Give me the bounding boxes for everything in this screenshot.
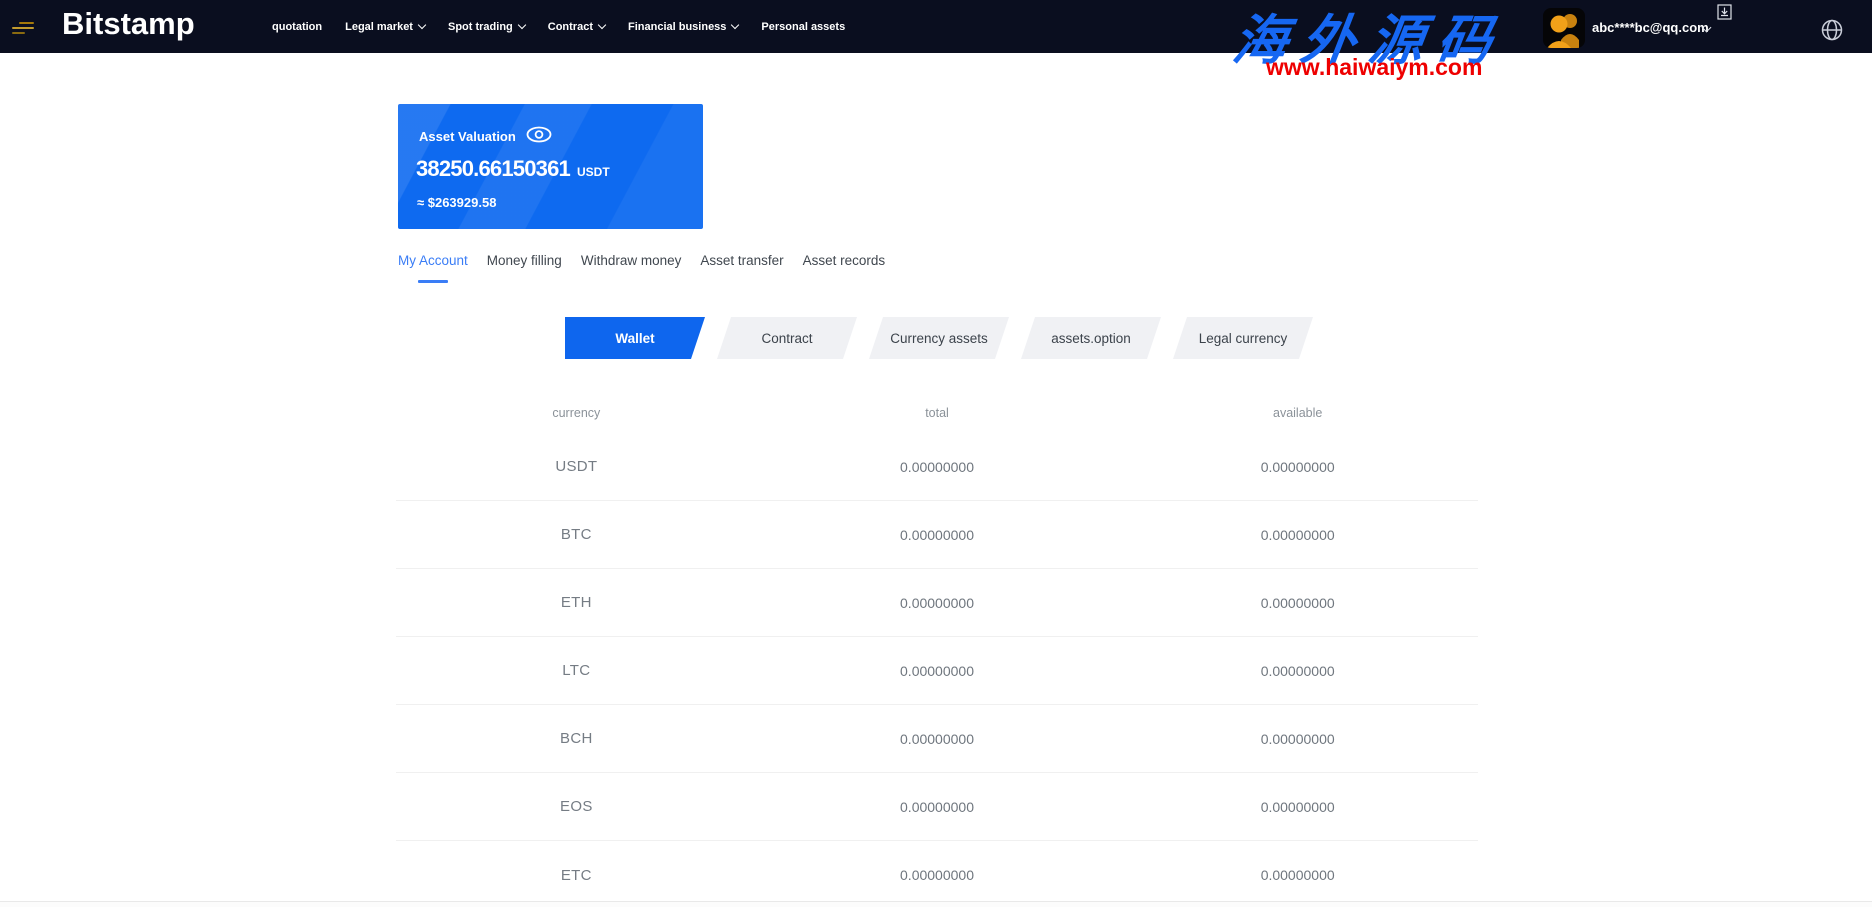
nav-item-financial-business[interactable]: Financial business xyxy=(628,21,738,33)
tab-asset-records[interactable]: Asset records xyxy=(803,253,886,283)
chevron-down-icon xyxy=(598,20,606,28)
subtab-assets-option[interactable]: assets.option xyxy=(1021,317,1161,359)
language-globe-icon[interactable] xyxy=(1821,19,1843,46)
table-row-usdt: USDT 0.00000000 0.00000000 xyxy=(396,433,1478,501)
tab-withdraw-money[interactable]: Withdraw money xyxy=(581,253,682,283)
watermark-url: www.haiwaiym.com xyxy=(1266,54,1482,81)
cell-currency: BTC xyxy=(396,526,757,543)
download-icon[interactable] xyxy=(1717,4,1732,25)
user-email[interactable]: abc****bc@qq.com xyxy=(1592,20,1709,35)
nav-item-quotation[interactable]: quotation xyxy=(272,21,322,33)
nav-item-contract[interactable]: Contract xyxy=(548,21,605,33)
subtab-contract[interactable]: Contract xyxy=(717,317,857,359)
table-row-ltc: LTC 0.00000000 0.00000000 xyxy=(396,637,1478,705)
wallet-subtabs: Wallet Contract Currency assets assets.o… xyxy=(565,317,1313,359)
asset-valuation-label: Asset Valuation xyxy=(419,129,516,144)
main-nav: quotation Legal market Spot trading Cont… xyxy=(272,0,845,53)
col-header-available: available xyxy=(1117,406,1478,420)
subtab-currency-assets[interactable]: Currency assets xyxy=(869,317,1009,359)
cell-available: 0.00000000 xyxy=(1117,527,1478,543)
chevron-down-icon xyxy=(731,20,739,28)
cell-available: 0.00000000 xyxy=(1117,459,1478,475)
footer-divider xyxy=(0,901,1872,907)
bitstamp-logo[interactable]: Bitstamp xyxy=(62,6,195,42)
user-avatar-icon[interactable] xyxy=(1543,8,1585,48)
cell-available: 0.00000000 xyxy=(1117,595,1478,611)
cell-currency: BCH xyxy=(396,730,757,747)
tab-asset-transfer[interactable]: Asset transfer xyxy=(700,253,783,283)
table-row-etc: ETC 0.00000000 0.00000000 xyxy=(396,841,1478,909)
cell-currency: ETH xyxy=(396,594,757,611)
nav-item-legal-market[interactable]: Legal market xyxy=(345,21,425,33)
cell-available: 0.00000000 xyxy=(1117,867,1478,883)
cell-total: 0.00000000 xyxy=(757,799,1118,815)
cell-currency: LTC xyxy=(396,662,757,679)
cell-available: 0.00000000 xyxy=(1117,663,1478,679)
cell-available: 0.00000000 xyxy=(1117,799,1478,815)
col-header-total: total xyxy=(757,406,1118,420)
tab-my-account[interactable]: My Account xyxy=(398,253,468,283)
table-row-eth: ETH 0.00000000 0.00000000 xyxy=(396,569,1478,637)
cell-total: 0.00000000 xyxy=(757,663,1118,679)
table-row-eos: EOS 0.00000000 0.00000000 xyxy=(396,773,1478,841)
subtab-legal-currency[interactable]: Legal currency xyxy=(1173,317,1313,359)
cell-currency: USDT xyxy=(396,458,757,475)
cell-total: 0.00000000 xyxy=(757,867,1118,883)
asset-amount: 38250.66150361 xyxy=(416,156,570,182)
chevron-down-icon xyxy=(418,20,426,28)
subtab-wallet[interactable]: Wallet xyxy=(565,317,705,359)
cell-total: 0.00000000 xyxy=(757,459,1118,475)
chevron-down-icon xyxy=(518,20,526,28)
cell-currency: ETC xyxy=(396,867,757,884)
cell-total: 0.00000000 xyxy=(757,527,1118,543)
asset-approx-usd: ≈ $263929.58 xyxy=(417,195,496,210)
nav-item-spot-trading[interactable]: Spot trading xyxy=(448,21,525,33)
cell-total: 0.00000000 xyxy=(757,731,1118,747)
tab-money-filling[interactable]: Money filling xyxy=(487,253,562,283)
cell-total: 0.00000000 xyxy=(757,595,1118,611)
asset-valuation-card: Asset Valuation 38250.66150361 USDT ≈ $2… xyxy=(398,104,703,229)
cell-available: 0.00000000 xyxy=(1117,731,1478,747)
hamburger-menu-icon[interactable] xyxy=(12,22,34,34)
active-tab-underline xyxy=(418,280,448,283)
eye-icon[interactable] xyxy=(526,126,552,146)
nav-item-personal-assets[interactable]: Personal assets xyxy=(761,21,845,33)
table-header-row: currency total available xyxy=(396,393,1478,433)
asset-currency: USDT xyxy=(577,165,610,179)
table-row-bch: BCH 0.00000000 0.00000000 xyxy=(396,705,1478,773)
top-navbar: Bitstamp quotation Legal market Spot tra… xyxy=(0,0,1872,53)
cell-currency: EOS xyxy=(396,798,757,815)
account-tabs: My Account Money filling Withdraw money … xyxy=(398,253,885,283)
col-header-currency: currency xyxy=(396,406,757,420)
table-row-btc: BTC 0.00000000 0.00000000 xyxy=(396,501,1478,569)
assets-table: currency total available USDT 0.00000000… xyxy=(396,393,1478,909)
